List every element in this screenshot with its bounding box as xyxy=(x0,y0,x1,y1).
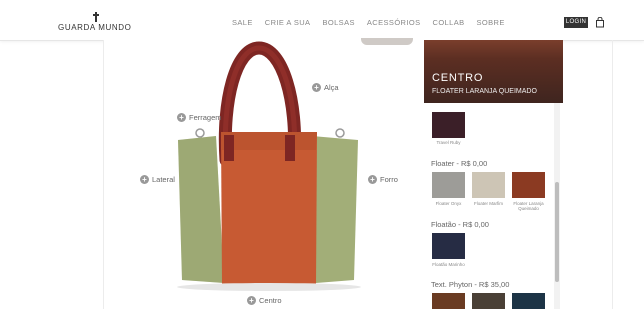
login-button[interactable]: LOGIN xyxy=(564,17,588,28)
nav-item-crie-a-sua[interactable]: CRIE A SUA xyxy=(265,18,311,27)
hotspot-lateral[interactable]: + Lateral xyxy=(140,175,175,184)
swatch-travel-ruby[interactable] xyxy=(432,112,465,138)
nav-item-collab[interactable]: COLLAB xyxy=(433,18,465,27)
top-navigation-bar: GUARDA MUNDO SALE CRIE A SUA BOLSAS ACES… xyxy=(0,0,644,41)
hotspot-alca[interactable]: + Alça xyxy=(312,83,339,92)
nav-item-sale[interactable]: SALE xyxy=(232,18,253,27)
plus-icon: + xyxy=(312,83,321,92)
swatch-floater-marfim[interactable] xyxy=(472,172,505,198)
swatch-label: Floater Marfim xyxy=(473,201,503,206)
panel-subtitle: FLOATER LARANJA QUEIMADO xyxy=(432,88,537,95)
nav-item-bolsas[interactable]: BOLSAS xyxy=(322,18,354,27)
shopping-bag-icon[interactable] xyxy=(595,17,605,28)
view-toggle-tab[interactable] xyxy=(361,38,413,45)
hotspot-ferragem[interactable]: + Ferragem xyxy=(177,113,222,122)
swatch-phyton-navy[interactable] xyxy=(512,293,545,309)
hotspot-label: Alça xyxy=(324,83,339,92)
bag-hardware-right xyxy=(335,128,345,138)
bag-center-panel xyxy=(221,132,317,285)
swatch-phyton-brown[interactable] xyxy=(432,293,465,309)
swatch-floatao-marinho[interactable] xyxy=(432,233,465,259)
hotspot-label: Centro xyxy=(259,296,282,305)
panel-scrollbar-thumb[interactable] xyxy=(555,182,559,282)
logo-mark-icon xyxy=(93,12,99,22)
hotspot-forro[interactable]: + Forro xyxy=(368,175,398,184)
bag-hardware-left xyxy=(195,128,205,138)
plus-icon: + xyxy=(247,296,256,305)
plus-icon: + xyxy=(368,175,377,184)
hotspot-label: Forro xyxy=(380,175,398,184)
content-border-right xyxy=(612,40,613,309)
hotspot-centro[interactable]: + Centro xyxy=(247,296,282,305)
brand-logo[interactable]: GUARDA MUNDO xyxy=(58,12,138,36)
bag-side-right xyxy=(312,136,358,283)
hotspot-label: Lateral xyxy=(152,175,175,184)
nav-item-acessorios[interactable]: ACESSÓRIOS xyxy=(367,18,421,27)
swatch-label: Floatão Marinho xyxy=(432,262,465,267)
nav-item-sobre[interactable]: SOBRE xyxy=(477,18,505,27)
brand-name: GUARDA MUNDO xyxy=(58,23,132,32)
swatch-label: Floater Onyx xyxy=(435,201,462,206)
plus-icon: + xyxy=(140,175,149,184)
customization-panel: CENTRO FLOATER LARANJA QUEIMADO Travel R… xyxy=(424,40,563,309)
section-title-floatao: Floatão - R$ 0,00 xyxy=(431,220,489,229)
swatch-label: Floater Laranja Queimado xyxy=(513,201,544,211)
panel-header: CENTRO FLOATER LARANJA QUEIMADO xyxy=(424,40,563,103)
hotspot-label: Ferragem xyxy=(189,113,222,122)
section-title-floater: Floater - R$ 0,00 xyxy=(431,159,488,168)
swatch-phyton-gray[interactable] xyxy=(472,293,505,309)
main-nav: SALE CRIE A SUA BOLSAS ACESSÓRIOS COLLAB… xyxy=(232,18,505,27)
panel-title: CENTRO xyxy=(432,72,484,84)
plus-icon: + xyxy=(177,113,186,122)
swatch-label: Travel Ruby xyxy=(436,140,461,145)
section-title-text-phyton: Text. Phyton - R$ 35,00 xyxy=(431,280,510,289)
swatch-floater-onyx[interactable] xyxy=(432,172,465,198)
swatch-floater-laranja-queimado[interactable] xyxy=(512,172,545,198)
